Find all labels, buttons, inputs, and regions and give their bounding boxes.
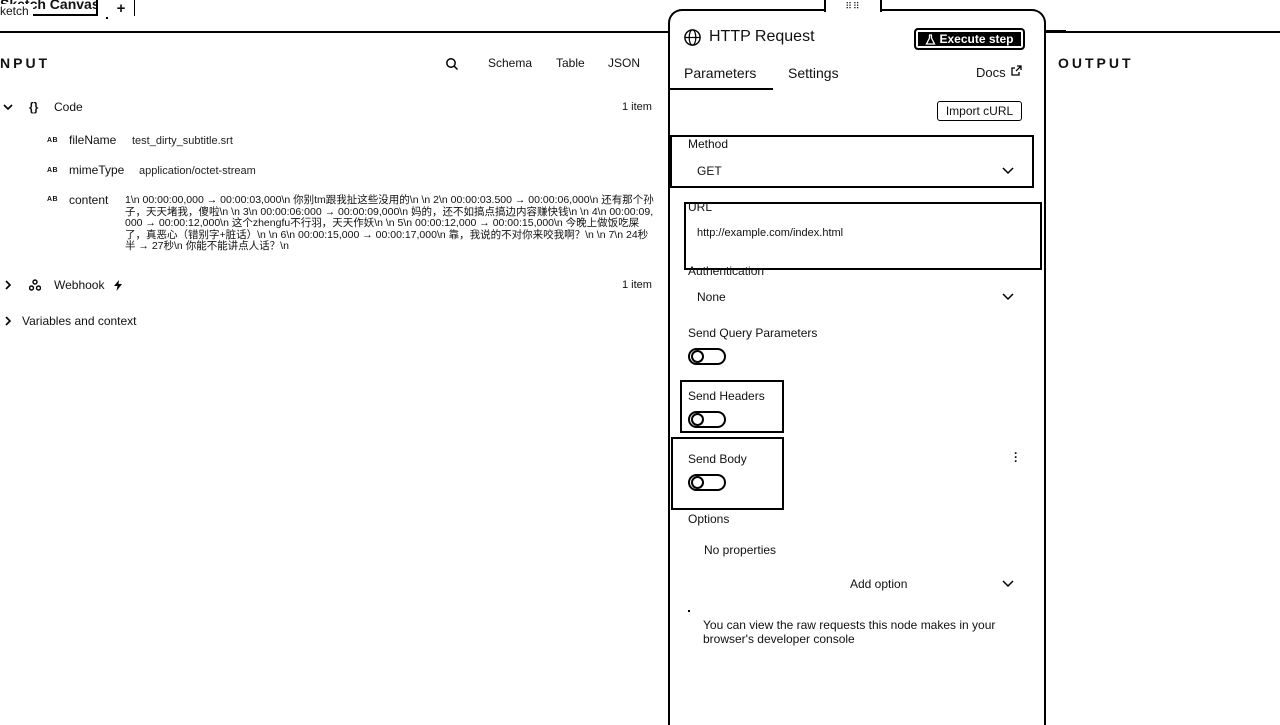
send-body-toggle[interactable] [688, 474, 726, 491]
chevron-down-icon[interactable] [1002, 167, 1014, 175]
webhook-group-label[interactable]: Webhook [54, 278, 104, 292]
no-properties-text: No properties [704, 543, 777, 557]
send-query-toggle[interactable] [688, 348, 726, 365]
mode-json[interactable]: JSON [608, 56, 640, 70]
send-body-field [671, 437, 784, 510]
import-curl-button[interactable]: Import cURL [937, 101, 1022, 121]
tab-parameters[interactable]: Parameters [684, 65, 756, 81]
authentication-label: Authentication [688, 264, 765, 278]
code-item-count: 1 item [622, 101, 652, 113]
tab-settings[interactable]: Settings [788, 65, 839, 81]
field-key-content: content [69, 193, 109, 207]
options-label: Options [688, 512, 730, 526]
webhook-item-count: 1 item [622, 279, 652, 291]
field-key-mimetype: mimeType [69, 163, 125, 177]
tab-sub-label: ketch [0, 4, 33, 18]
lightning-icon [114, 280, 122, 291]
drag-handle-icon[interactable]: ⠿⠿ [824, 0, 882, 12]
flask-icon [925, 33, 937, 45]
active-tab-underline [669, 88, 773, 90]
search-icon[interactable] [445, 57, 459, 71]
send-body-label: Send Body [688, 452, 747, 466]
method-label: Method [688, 137, 729, 151]
docs-link[interactable]: Docs [976, 65, 1022, 80]
developer-console-note: You can view the raw requests this node … [703, 618, 996, 646]
add-tab-button[interactable]: + [113, 0, 129, 17]
mode-schema[interactable]: Schema [488, 56, 532, 70]
add-option-select[interactable]: Add option [850, 577, 907, 591]
chevron-right-icon[interactable] [3, 279, 13, 291]
chevron-right-icon[interactable] [3, 315, 13, 327]
globe-icon [684, 29, 701, 46]
field-value-content: 1\n 00:00:00,000 → 00:00:03,000\n 你别tm跟我… [125, 194, 654, 253]
url-input[interactable]: http://example.com/index.html [697, 227, 843, 239]
output-title: OUTPUT [1058, 55, 1134, 71]
tab-dot [106, 17, 108, 19]
chevron-down-icon[interactable] [1002, 580, 1014, 588]
more-options-icon[interactable]: · · · [1014, 447, 1018, 467]
send-headers-toggle[interactable] [688, 411, 726, 428]
authentication-select[interactable]: None [697, 290, 726, 304]
input-title: NPUT [0, 55, 51, 71]
docs-label: Docs [976, 65, 1006, 80]
string-type-icon: AB [47, 167, 59, 174]
note-dot [688, 610, 690, 612]
node-title: HTTP Request [709, 28, 815, 45]
method-select[interactable]: GET [697, 164, 722, 178]
execute-step-button[interactable]: Execute step [914, 28, 1025, 50]
webhook-icon [29, 279, 41, 291]
field-value-mimetype: application/octet-stream [139, 165, 256, 177]
send-headers-label: Send Headers [688, 389, 765, 403]
string-type-icon: AB [47, 196, 59, 203]
tab-divider [134, 0, 135, 16]
url-label: URL [688, 200, 713, 214]
field-value-filename: test_dirty_subtitle.srt [132, 135, 233, 147]
output-top-line [1046, 30, 1066, 32]
string-type-icon: AB [47, 137, 59, 144]
external-link-icon [1011, 65, 1022, 76]
execute-step-label: Execute step [939, 32, 1014, 46]
chevron-down-icon[interactable] [1002, 293, 1014, 301]
field-key-filename: fileName [69, 133, 117, 147]
send-query-label: Send Query Parameters [688, 326, 818, 340]
variables-context-label[interactable]: Variables and context [22, 314, 137, 328]
top-divider [0, 31, 1280, 33]
mode-table[interactable]: Table [556, 56, 585, 70]
code-group-label[interactable]: Code [54, 100, 83, 114]
chevron-down-icon[interactable] [2, 102, 14, 112]
code-object-icon: {} [29, 100, 39, 114]
